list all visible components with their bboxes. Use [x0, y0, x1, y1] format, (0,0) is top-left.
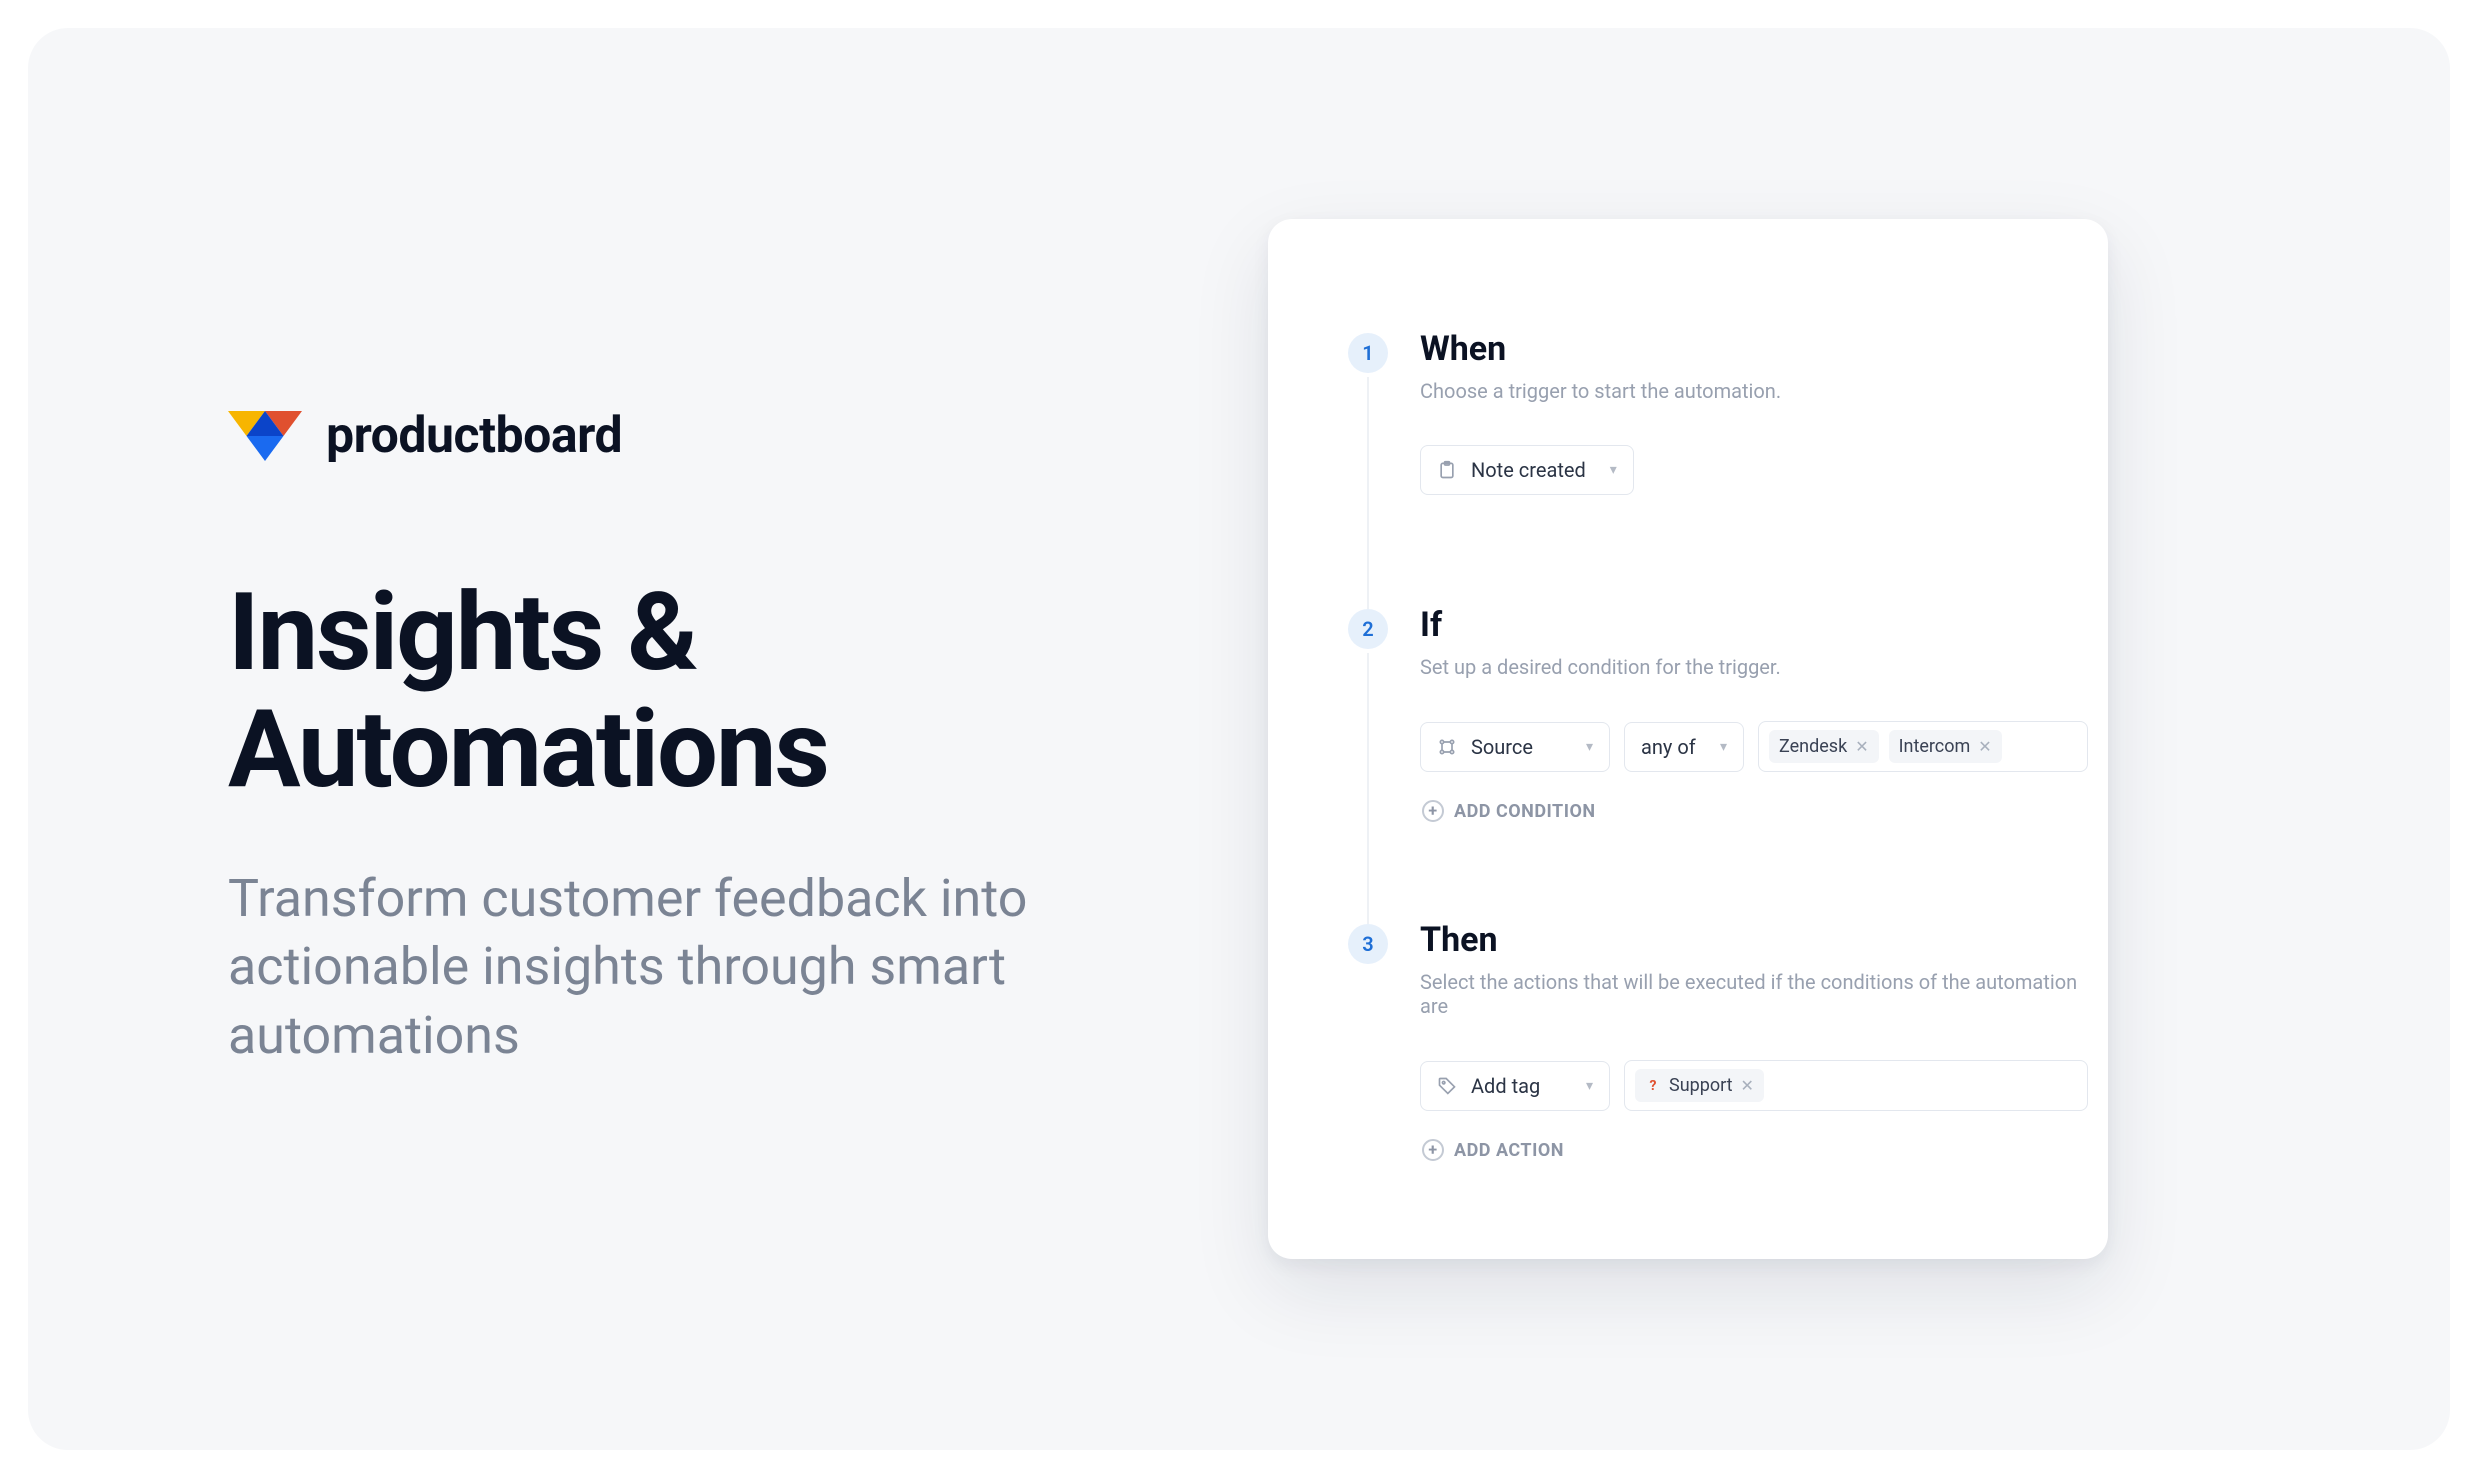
- note-icon: [1437, 460, 1457, 480]
- chevron-down-icon: ▾: [1586, 739, 1593, 755]
- condition-operator-select[interactable]: any of ▾: [1624, 722, 1744, 772]
- step-number-badge: 2: [1348, 609, 1388, 649]
- add-condition-button[interactable]: + Add Condition: [1420, 792, 2088, 830]
- automation-builder-panel: 1 When Choose a trigger to start the aut…: [1268, 219, 2108, 1259]
- step-then: 3 Then Select the actions that will be e…: [1348, 920, 2108, 1169]
- action-type-label: Add tag: [1471, 1074, 1540, 1098]
- step-title: When: [1420, 329, 2088, 369]
- page-subheadline: Transform customer feedback into actiona…: [228, 865, 1148, 1071]
- action-type-select[interactable]: Add tag ▾: [1420, 1061, 1610, 1111]
- step-title: If: [1420, 605, 2088, 645]
- chevron-down-icon: ▾: [1720, 739, 1727, 755]
- step-description: Choose a trigger to start the automation…: [1420, 379, 2088, 403]
- step-number-badge: 1: [1348, 333, 1388, 373]
- value-chip[interactable]: ? Support ✕: [1635, 1069, 1764, 1102]
- chevron-down-icon: ▾: [1610, 462, 1617, 478]
- add-action-label: Add Action: [1454, 1140, 1564, 1161]
- chevron-down-icon: ▾: [1586, 1078, 1593, 1094]
- warning-icon: ?: [1645, 1078, 1661, 1094]
- condition-operator-label: any of: [1641, 735, 1696, 759]
- tag-icon: [1437, 1076, 1457, 1096]
- chip-label: Zendesk: [1779, 736, 1847, 757]
- productboard-logo-icon: [228, 411, 302, 461]
- action-values-input[interactable]: ? Support ✕: [1624, 1060, 2088, 1111]
- plus-circle-icon: +: [1422, 800, 1444, 822]
- add-condition-label: Add Condition: [1454, 801, 1596, 822]
- condition-field-label: Source: [1471, 735, 1533, 759]
- add-action-button[interactable]: + Add Action: [1420, 1131, 2088, 1169]
- hero-left: productboard Insights & Automations Tran…: [228, 407, 1188, 1070]
- step-number-badge: 3: [1348, 924, 1388, 964]
- value-chip[interactable]: Intercom ✕: [1889, 730, 2002, 763]
- step-if: 2 If Set up a desired condition for the …: [1348, 605, 2108, 830]
- step-title: Then: [1420, 920, 2088, 960]
- condition-values-input[interactable]: Zendesk ✕ Intercom ✕: [1758, 721, 2088, 772]
- value-chip[interactable]: Zendesk ✕: [1769, 730, 1879, 763]
- brand-logo: productboard: [228, 407, 1188, 465]
- condition-field-select[interactable]: Source ▾: [1420, 722, 1610, 772]
- remove-chip-icon[interactable]: ✕: [1741, 1076, 1754, 1095]
- step-when: 1 When Choose a trigger to start the aut…: [1348, 329, 2108, 515]
- remove-chip-icon[interactable]: ✕: [1855, 737, 1868, 756]
- step-description: Set up a desired condition for the trigg…: [1420, 655, 2088, 679]
- page-headline: Insights & Automations: [228, 575, 1188, 808]
- chip-label: Intercom: [1899, 736, 1971, 757]
- step-description: Select the actions that will be executed…: [1420, 970, 2088, 1018]
- chip-label: Support: [1669, 1075, 1733, 1096]
- trigger-label: Note created: [1471, 458, 1586, 482]
- plus-circle-icon: +: [1422, 1139, 1444, 1161]
- brand-name: productboard: [326, 407, 622, 465]
- remove-chip-icon[interactable]: ✕: [1978, 737, 1991, 756]
- source-icon: [1437, 737, 1457, 757]
- hero-canvas: productboard Insights & Automations Tran…: [28, 28, 2450, 1450]
- trigger-select[interactable]: Note created ▾: [1420, 445, 1634, 495]
